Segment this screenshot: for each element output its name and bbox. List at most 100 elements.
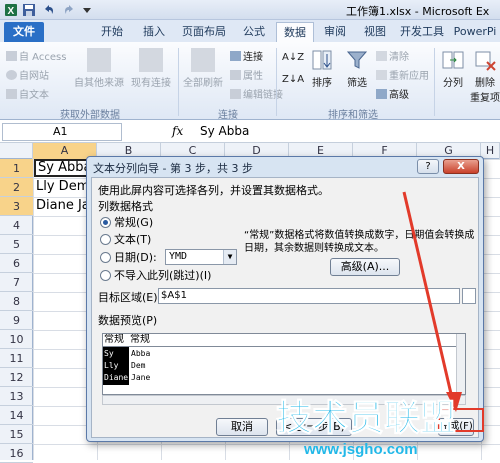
help-button[interactable]: ?	[417, 159, 439, 174]
formula-input[interactable]: Sy Abba	[200, 124, 249, 138]
remove-duplicates-button[interactable]: 删除 重复项	[470, 48, 500, 104]
row-header[interactable]: 10	[0, 330, 33, 349]
tab-view[interactable]: 视图	[356, 22, 394, 42]
connections-button[interactable]: 连接	[230, 48, 263, 63]
from-access-button[interactable]: 自 Access	[6, 48, 66, 63]
row-header[interactable]: 3	[0, 197, 33, 216]
data-preview[interactable]: 常规 常规 Sy Abba Lly Dem Diane Jane	[102, 333, 466, 395]
remove-duplicates-icon	[475, 51, 496, 71]
save-icon[interactable]	[22, 3, 36, 17]
tab-data[interactable]: 数据	[276, 22, 314, 42]
group-label-sort-filter: 排序和筛选	[328, 110, 378, 121]
row-headers: 1 2 3 4 5 6 7 8 9 10 11 12 13 14 15 16	[0, 159, 33, 463]
watermark-url: www.jsgho.com	[303, 441, 418, 458]
from-other-sources-button[interactable]: 自其他来源	[72, 48, 126, 89]
preview-vertical-scrollbar[interactable]	[456, 334, 465, 394]
sort-descending-button[interactable]: Z↓A	[282, 74, 304, 85]
connections-icon	[139, 48, 163, 72]
row-header[interactable]: 2	[0, 178, 33, 197]
ribbon-tabs: 文件 开始 插入 页面布局 公式 数据 审阅 视图 开发工具 PowerPi	[0, 20, 500, 42]
tab-powerpivot[interactable]: PowerPi	[450, 22, 500, 42]
excel-logo-icon[interactable]: X	[4, 3, 18, 17]
preview-cell: Diane	[104, 373, 129, 382]
ribbon-separator	[178, 48, 179, 116]
destination-input[interactable]: $A$1	[158, 288, 460, 304]
row-header[interactable]: 5	[0, 235, 33, 254]
row-header[interactable]: 1	[0, 159, 33, 178]
refresh-all-button[interactable]: 全部刷新	[180, 48, 226, 89]
existing-connections-button[interactable]: 现有连接	[128, 48, 174, 89]
clear-filter-button[interactable]: 清除	[376, 48, 409, 63]
row-header[interactable]: 4	[0, 216, 33, 235]
tab-formulas[interactable]: 公式	[234, 22, 274, 42]
dialog-instruction: 使用此屏内容可选择各列，并设置其数据格式。	[98, 184, 329, 197]
reapply-filter-button[interactable]: 重新应用	[376, 67, 429, 82]
clear-filter-icon	[376, 51, 387, 61]
redo-icon[interactable]	[62, 3, 76, 17]
from-web-button[interactable]: 自网站	[6, 67, 49, 82]
column-header-h[interactable]: H	[481, 143, 500, 159]
insert-function-button[interactable]: fx	[172, 124, 183, 138]
radio-button-icon	[100, 217, 111, 228]
dialog-title: 文本分列向导 - 第 3 步，共 3 步	[93, 162, 253, 175]
svg-text:X: X	[8, 6, 15, 17]
radio-button-icon	[100, 234, 111, 245]
radio-text[interactable]: 文本(T)	[100, 231, 151, 246]
row-header[interactable]: 13	[0, 387, 33, 406]
radio-skip-column[interactable]: 不导入此列(跳过)(I)	[100, 267, 211, 282]
filter-icon	[346, 51, 368, 69]
refresh-icon	[191, 48, 215, 72]
preview-header-row: 常规 常规	[103, 334, 465, 347]
cancel-button[interactable]: 取消	[216, 418, 268, 436]
ribbon: 自 Access 自网站 自文本 自其他来源 现有连接 获取外部数据 全部刷新 …	[0, 42, 500, 121]
tab-developer[interactable]: 开发工具	[396, 22, 448, 42]
row-header[interactable]: 11	[0, 349, 33, 368]
globe-icon	[6, 70, 17, 80]
properties-icon	[230, 70, 241, 80]
edit-links-icon	[230, 89, 241, 99]
radio-date[interactable]: 日期(D):	[100, 249, 157, 264]
tab-review[interactable]: 审阅	[316, 22, 354, 42]
properties-button[interactable]: 属性	[230, 67, 263, 82]
sort-button[interactable]: 排序	[306, 48, 338, 89]
name-box[interactable]: A1	[2, 123, 122, 141]
undo-icon[interactable]	[42, 3, 56, 17]
window-title: 工作簿1.xlsx - Microsoft Ex	[346, 5, 490, 18]
text-to-columns-button[interactable]: 分列	[438, 48, 468, 89]
tab-file[interactable]: 文件	[4, 22, 44, 42]
tab-page-layout[interactable]: 页面布局	[176, 22, 232, 42]
close-button[interactable]: X	[443, 159, 479, 174]
advanced-filter-button[interactable]: 高级	[376, 86, 409, 101]
row-header[interactable]: 12	[0, 368, 33, 387]
preview-cell: Dem	[131, 361, 146, 370]
other-sources-icon	[87, 48, 111, 72]
select-all-corner[interactable]	[0, 143, 33, 159]
group-label-connections: 连接	[218, 110, 238, 121]
advanced-button[interactable]: 高级(A)...	[330, 258, 400, 276]
preview-cell: Lly	[104, 361, 119, 370]
date-format-select[interactable]: YMD ▼	[165, 249, 237, 265]
filter-button[interactable]: 筛选	[342, 48, 372, 89]
row-header[interactable]: 16	[0, 444, 33, 463]
site-watermark-logo: 技术员联盟 www.jsgho.com	[276, 398, 457, 459]
preview-column-header[interactable]: 常规	[103, 334, 124, 347]
from-text-button[interactable]: 自文本	[6, 86, 49, 101]
row-header[interactable]: 15	[0, 425, 33, 444]
customize-dropdown-icon[interactable]	[80, 3, 94, 17]
row-header[interactable]: 6	[0, 254, 33, 273]
tab-home[interactable]: 开始	[92, 22, 132, 42]
chevron-down-icon: ▼	[223, 250, 236, 264]
radio-button-icon	[100, 270, 111, 281]
general-format-note-line2: 日期，其余数据则转换成文本。	[244, 243, 384, 254]
row-header[interactable]: 14	[0, 406, 33, 425]
sort-ascending-button[interactable]: A↓Z	[282, 52, 304, 63]
row-header[interactable]: 7	[0, 273, 33, 292]
row-header[interactable]: 9	[0, 311, 33, 330]
range-picker-icon[interactable]	[462, 288, 476, 304]
preview-column-header[interactable]: 常规	[129, 334, 150, 347]
radio-general[interactable]: 常规(G)	[100, 214, 153, 229]
tab-insert[interactable]: 插入	[134, 22, 174, 42]
row-header[interactable]: 8	[0, 292, 33, 311]
column-format-group-label: 列数据格式	[98, 200, 153, 213]
group-label-external-data: 获取外部数据	[60, 110, 120, 121]
